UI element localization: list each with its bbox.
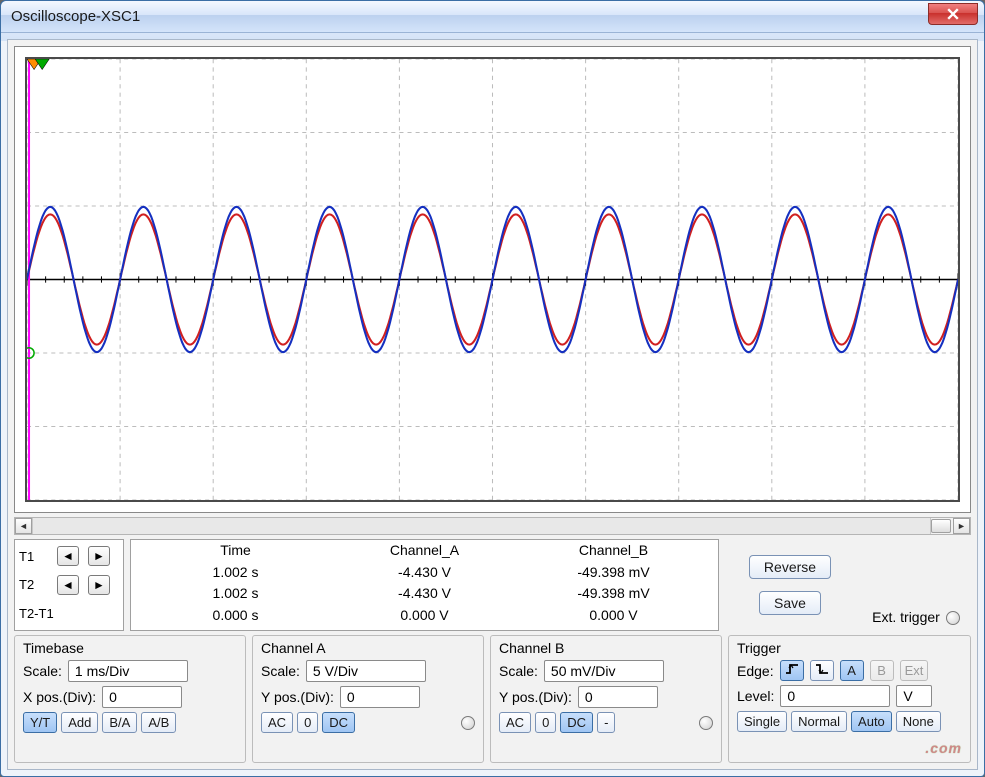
- oscilloscope-window: Oscilloscope-XSC1 ◄ ► T1 ◄ ► T2 ◄: [0, 0, 985, 777]
- client-area: ◄ ► T1 ◄ ► T2 ◄ ► T2-T1 Time Channel_A C…: [7, 39, 978, 770]
- chb-dc-button[interactable]: DC: [560, 712, 593, 733]
- ext-trigger-indicator-icon: [946, 611, 960, 625]
- edge-b-button[interactable]: B: [870, 660, 894, 681]
- chb-ypos-field[interactable]: 0: [578, 686, 658, 708]
- t1-chb: -49.398 mV: [519, 564, 708, 586]
- timebase-xpos-field[interactable]: 0: [102, 686, 182, 708]
- timebase-scale-label: Scale:: [23, 663, 62, 679]
- cursor-readout-table: Time Channel_A Channel_B 1.002 s -4.430 …: [130, 539, 719, 631]
- t1-right-button[interactable]: ►: [88, 546, 110, 566]
- cha-dc-button[interactable]: DC: [322, 712, 355, 733]
- timebase-title: Timebase: [23, 640, 237, 656]
- delta-chb: 0.000 V: [519, 607, 708, 629]
- cha-color-indicator-icon: [461, 716, 475, 730]
- reverse-button[interactable]: Reverse: [749, 555, 831, 579]
- timebase-group: Timebase Scale: 1 ms/Div X pos.(Div): 0 …: [14, 635, 246, 763]
- edge-ext-button[interactable]: Ext: [900, 660, 929, 681]
- ext-trigger-label: Ext. trigger: [872, 609, 940, 625]
- hdr-chb: Channel_B: [519, 542, 708, 564]
- cursor-controls: T1 ◄ ► T2 ◄ ► T2-T1: [14, 539, 124, 631]
- chb-ac-button[interactable]: AC: [499, 712, 531, 733]
- cursor-t1-label: T1: [19, 549, 57, 564]
- scroll-left-button[interactable]: ◄: [15, 518, 32, 534]
- scope-canvas[interactable]: [25, 57, 960, 502]
- t1-time: 1.002 s: [141, 564, 330, 586]
- hdr-cha: Channel_A: [330, 542, 519, 564]
- trigger-single-button[interactable]: Single: [737, 711, 787, 732]
- channel-a-title: Channel A: [261, 640, 475, 656]
- cursor-action-buttons: Reverse Save: [725, 539, 855, 631]
- edge-rising-button[interactable]: [780, 660, 804, 681]
- chb-invert-button[interactable]: -: [597, 712, 615, 733]
- t2-left-button[interactable]: ◄: [57, 575, 79, 595]
- cha-ac-button[interactable]: AC: [261, 712, 293, 733]
- t1-cha: -4.430 V: [330, 564, 519, 586]
- close-button[interactable]: [928, 3, 978, 25]
- scope-plot: [27, 59, 958, 500]
- horizontal-scrollbar[interactable]: ◄ ►: [14, 517, 971, 535]
- controls-row: Timebase Scale: 1 ms/Div X pos.(Div): 0 …: [14, 635, 971, 763]
- trigger-normal-button[interactable]: Normal: [791, 711, 847, 732]
- t2-right-button[interactable]: ►: [88, 575, 110, 595]
- scroll-thumb[interactable]: [931, 519, 951, 533]
- trigger-auto-button[interactable]: Auto: [851, 711, 892, 732]
- hdr-time: Time: [141, 542, 330, 564]
- close-icon: [947, 8, 959, 20]
- cha-zero-button[interactable]: 0: [297, 712, 318, 733]
- chb-zero-button[interactable]: 0: [535, 712, 556, 733]
- cha-scale-label: Scale:: [261, 663, 300, 679]
- delta-time: 0.000 s: [141, 607, 330, 629]
- trigger-edge-label: Edge:: [737, 663, 774, 679]
- cha-scale-field[interactable]: 5 V/Div: [306, 660, 426, 682]
- scope-display-frame: [14, 46, 971, 513]
- delta-cha: 0.000 V: [330, 607, 519, 629]
- cha-ypos-label: Y pos.(Div):: [261, 689, 334, 705]
- trigger-title: Trigger: [737, 640, 962, 656]
- edge-falling-button[interactable]: [810, 660, 834, 681]
- timebase-yt-button[interactable]: Y/T: [23, 712, 57, 733]
- channel-a-group: Channel A Scale: 5 V/Div Y pos.(Div): 0 …: [252, 635, 484, 763]
- trigger-group: Trigger Edge: A: [728, 635, 971, 763]
- channel-b-title: Channel B: [499, 640, 713, 656]
- t2-chb: -49.398 mV: [519, 585, 708, 607]
- timebase-scale-field[interactable]: 1 ms/Div: [68, 660, 188, 682]
- timebase-ba-button[interactable]: B/A: [102, 712, 137, 733]
- t1-left-button[interactable]: ◄: [57, 546, 79, 566]
- chb-scale-field[interactable]: 50 mV/Div: [544, 660, 664, 682]
- timebase-ab-button[interactable]: A/B: [141, 712, 176, 733]
- chb-scale-label: Scale:: [499, 663, 538, 679]
- edge-a-button[interactable]: A: [840, 660, 864, 681]
- cursor-t2-label: T2: [19, 577, 57, 592]
- save-button[interactable]: Save: [759, 591, 821, 615]
- chb-ypos-label: Y pos.(Div):: [499, 689, 572, 705]
- cursor-panel: T1 ◄ ► T2 ◄ ► T2-T1 Time Channel_A Chann…: [14, 539, 971, 631]
- timebase-add-button[interactable]: Add: [61, 712, 98, 733]
- trigger-level-field[interactable]: 0: [780, 685, 890, 707]
- channel-b-group: Channel B Scale: 50 mV/Div Y pos.(Div): …: [490, 635, 722, 763]
- trigger-level-label: Level:: [737, 688, 774, 704]
- cha-ypos-field[interactable]: 0: [340, 686, 420, 708]
- trigger-level-unit[interactable]: V: [896, 685, 932, 707]
- title-bar[interactable]: Oscilloscope-XSC1: [1, 1, 984, 33]
- t2-cha: -4.430 V: [330, 585, 519, 607]
- rising-edge-icon: [785, 663, 799, 675]
- scroll-track[interactable]: [32, 518, 931, 534]
- t2-time: 1.002 s: [141, 585, 330, 607]
- scroll-right-button[interactable]: ►: [953, 518, 970, 534]
- falling-edge-icon: [815, 663, 829, 675]
- chb-color-indicator-icon: [699, 716, 713, 730]
- ext-trigger-area: Ext. trigger: [861, 539, 971, 631]
- watermark-text: .com: [925, 740, 962, 756]
- window-title: Oscilloscope-XSC1: [11, 8, 928, 25]
- trigger-none-button[interactable]: None: [896, 711, 941, 732]
- timebase-xpos-label: X pos.(Div):: [23, 689, 96, 705]
- cursor-delta-label: T2-T1: [19, 606, 119, 621]
